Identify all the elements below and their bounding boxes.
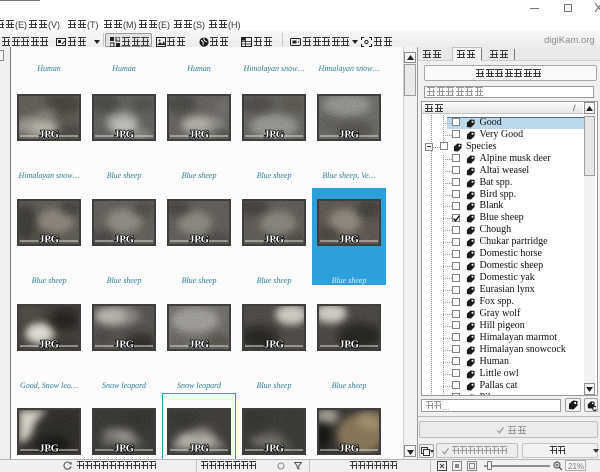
- svg-text:JPG: JPG: [189, 130, 209, 140]
- svg-text:JPG: JPG: [339, 444, 359, 454]
- svg-text:JPG: JPG: [339, 235, 359, 245]
- svg-text:JPG: JPG: [114, 340, 134, 350]
- svg-text:JPG: JPG: [339, 340, 359, 350]
- svg-text:JPG: JPG: [39, 340, 59, 350]
- svg-text:JPG: JPG: [339, 130, 359, 140]
- svg-text:JPG: JPG: [114, 235, 134, 245]
- svg-text:JPG: JPG: [114, 444, 134, 454]
- svg-text:JPG: JPG: [39, 235, 59, 245]
- svg-text:JPG: JPG: [114, 130, 134, 140]
- svg-text:JPG: JPG: [189, 340, 209, 350]
- svg-text:JPG: JPG: [264, 444, 284, 454]
- svg-text:JPG: JPG: [264, 340, 284, 350]
- svg-text:JPG: JPG: [39, 444, 59, 454]
- svg-text:JPG: JPG: [189, 235, 209, 245]
- svg-text:JPG: JPG: [39, 130, 59, 140]
- svg-text:JPG: JPG: [264, 130, 284, 140]
- svg-text:JPG: JPG: [264, 235, 284, 245]
